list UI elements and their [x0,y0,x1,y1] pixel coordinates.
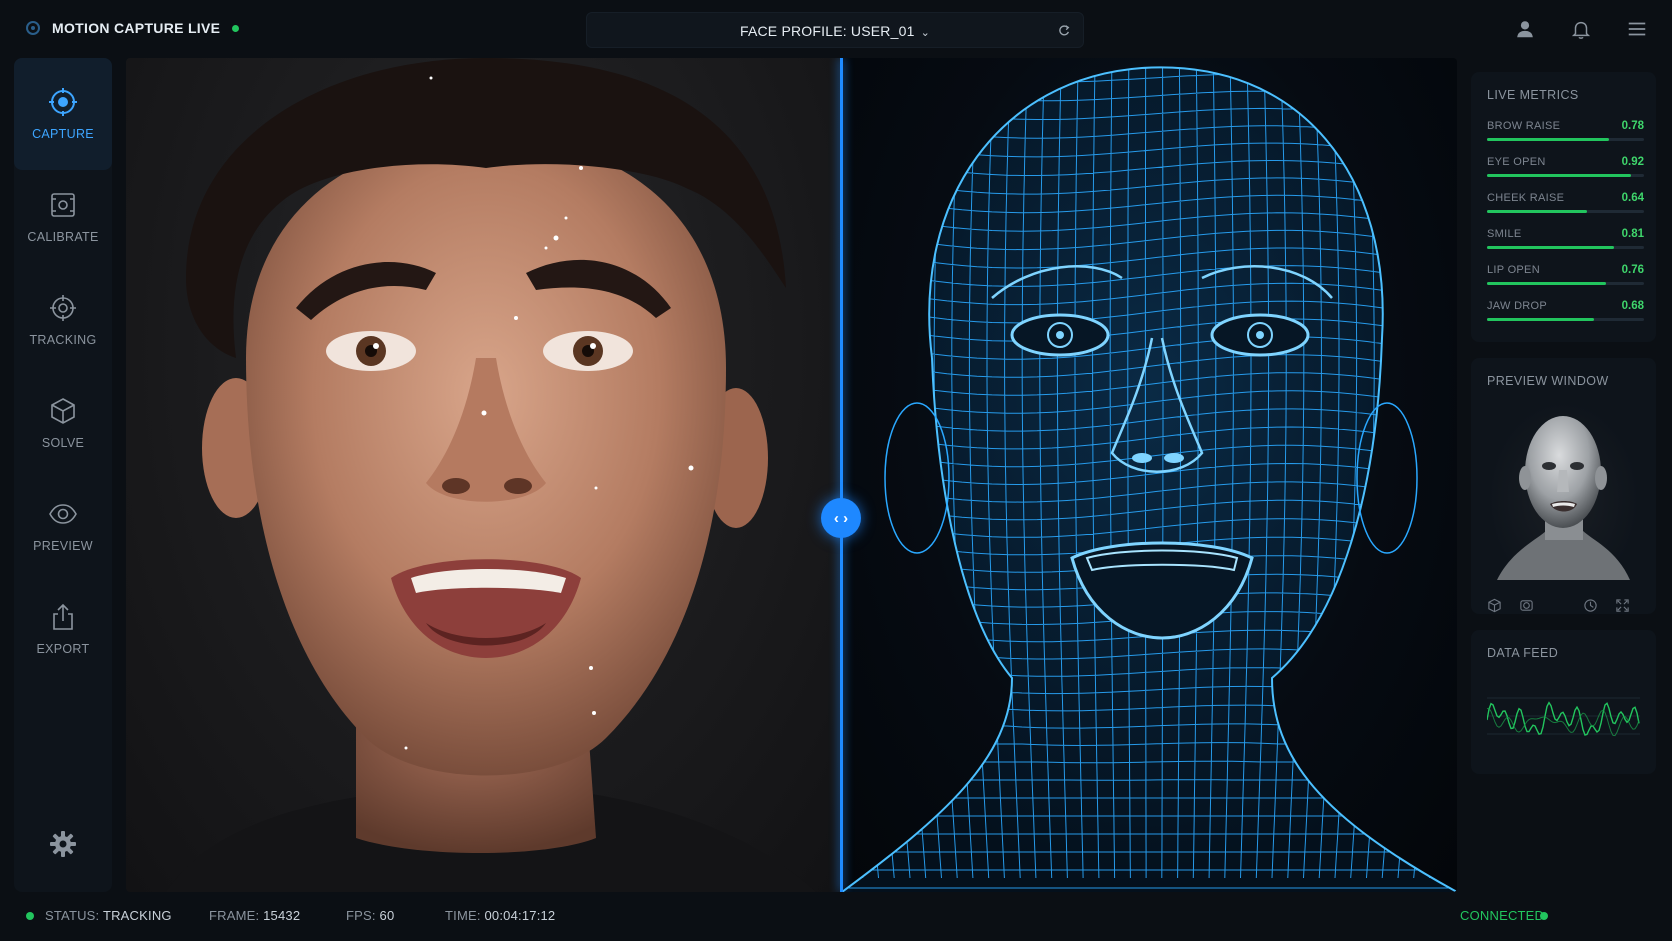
metric-bar-fill [1487,138,1610,141]
frame-label: FRAME: [209,908,260,923]
live-indicator [232,24,240,32]
capture-target-icon [49,88,77,116]
metric-name: EYE OPEN [1487,156,1546,168]
cube-icon [51,398,75,424]
avatar-preview [1487,400,1640,580]
camera-reset-icon[interactable] [1583,598,1598,613]
top-bar: MOTION CAPTURE LIVE FACE PROFILE: USER_0… [0,0,1672,58]
metric-bar [1487,138,1644,141]
metric-row: BROW RAISE 0.78 [1487,120,1644,148]
time-value: 00:04:17:12 [484,908,556,923]
app-logo-icon [26,21,40,35]
metric-row: EYE OPEN 0.92 [1487,156,1644,184]
data-feed-waveform [1487,697,1640,737]
export-icon [53,603,73,630]
sidebar-item-label: TRACKING [29,333,97,347]
live-metrics-title: LIVE METRICS [1487,88,1579,102]
connection-status: CONNECTED [1460,908,1545,923]
sidebar-item-export[interactable]: EXPORT [14,573,112,685]
cube-icon[interactable] [1487,598,1502,613]
sidebar-item-label: CAPTURE [32,127,94,141]
fullscreen-icon[interactable] [1615,598,1630,613]
status-label: STATUS: [45,908,100,923]
metric-value: 0.68 [1621,300,1644,312]
status-readout: STATUS: TRACKING [45,908,172,923]
camera-feed [126,58,842,892]
sidebar-item-label: SOLVE [41,436,85,450]
face-profile-selector[interactable]: FACE PROFILE: USER_01 ⌄ [586,12,1084,48]
calibrate-frame-icon [51,193,75,217]
refresh-icon[interactable] [1057,24,1071,38]
sidebar-item-preview[interactable]: PREVIEW [14,470,112,582]
sidebar-item-label: PREVIEW [33,539,93,553]
metric-bar-fill [1487,210,1588,213]
face-mesh-wireframe [842,66,1457,892]
sidebar-item-capture[interactable]: CAPTURE [14,58,112,170]
sidebar-item-calibrate[interactable]: CALIBRATE [14,161,112,273]
metric-name: SMILE [1487,228,1522,240]
fps-value: 60 [379,908,395,923]
live-metrics-panel: LIVE METRICS BROW RAISE 0.78 EYE OPEN 0.92 C… [1471,72,1656,342]
metric-row: CHEEK RAISE 0.64 [1487,192,1644,220]
app-brand: MOTION CAPTURE LIVE [26,20,240,36]
crosshair-icon [50,295,76,321]
frame-value: 15432 [263,908,301,923]
camera-icon[interactable] [1519,598,1534,613]
metric-bar [1487,246,1644,249]
metric-name: JAW DROP [1487,300,1548,312]
fps-readout: FPS: 60 [346,908,394,923]
time-readout: TIME: 00:04:17:12 [445,908,555,923]
status-indicator [26,912,34,920]
capture-viewport: ‹ › [126,58,1457,892]
metric-value: 0.78 [1621,120,1644,132]
sidebar-item-solve[interactable]: SOLVE [14,367,112,479]
metric-value: 0.64 [1621,192,1644,204]
sidebar-item-label: CALIBRATE [27,230,99,244]
sidebar: CAPTURE CALIBRATE TRACKING SOLVE PREVIEW [14,58,112,892]
metric-bar-fill [1487,282,1607,285]
metric-bar-fill [1487,246,1615,249]
sidebar-item-label: EXPORT [36,642,90,656]
metric-bar [1487,318,1644,321]
status-value: TRACKING [102,908,172,923]
fps-label: FPS: [346,908,376,923]
sidebar-item-tracking[interactable]: TRACKING [14,264,112,376]
time-label: TIME: [445,908,481,923]
metric-row: LIP OPEN 0.76 [1487,264,1644,292]
gear-icon[interactable] [49,830,77,858]
chevron-left-icon: ‹ [833,509,839,527]
chevron-down-icon: ⌄ [920,27,930,39]
face-photo [166,58,816,892]
split-handle[interactable]: ‹ › [821,498,861,538]
metric-row: JAW DROP 0.68 [1487,300,1644,328]
menu-icon[interactable] [1626,18,1648,40]
face-profile-label: FACE PROFILE: USER_01 [739,23,915,39]
metric-value: 0.81 [1621,228,1644,240]
metric-name: BROW RAISE [1487,120,1561,132]
user-icon[interactable] [1514,18,1536,40]
eye-icon [49,504,77,524]
connection-indicator [1540,912,1548,920]
preview-window-title: PREVIEW WINDOW [1487,374,1609,388]
mesh-view [842,58,1457,892]
frame-readout: FRAME: 15432 [209,908,300,923]
metric-bar [1487,282,1644,285]
metric-bar-fill [1487,174,1632,177]
split-divider[interactable] [840,58,843,892]
metric-row: SMILE 0.81 [1487,228,1644,256]
metric-bar [1487,210,1644,213]
metric-bar [1487,174,1644,177]
data-feed-panel: DATA FEED [1471,630,1656,774]
metric-value: 0.76 [1621,264,1644,276]
preview-window-panel: PREVIEW WINDOW [1471,358,1656,614]
metric-name: CHEEK RAISE [1487,192,1565,204]
data-feed-title: DATA FEED [1487,646,1559,660]
metric-value: 0.92 [1621,156,1644,168]
app-title: MOTION CAPTURE LIVE [52,20,221,36]
chevron-right-icon: › [843,509,849,527]
metric-name: LIP OPEN [1487,264,1540,276]
metric-bar-fill [1487,318,1594,321]
bell-icon[interactable] [1570,18,1592,40]
status-bar: STATUS: TRACKING FRAME: 15432 FPS: 60 TI… [0,892,1672,941]
